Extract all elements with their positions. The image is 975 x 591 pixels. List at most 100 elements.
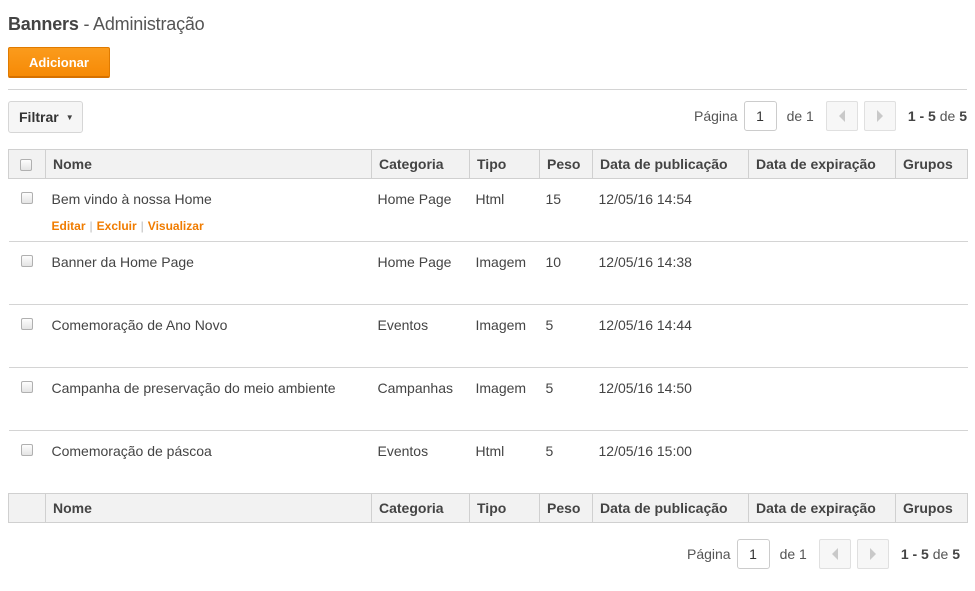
cell-expiracao	[748, 178, 896, 242]
table-footer-row: Nome Categoria Tipo Peso Data de publica…	[8, 493, 968, 523]
filter-dropdown-button[interactable]: Filtrar ▼	[8, 101, 83, 133]
page-of-label: de 1	[779, 546, 807, 562]
row-checkbox[interactable]	[20, 192, 33, 204]
prev-page-button[interactable]	[825, 101, 858, 131]
cell-categoria: Home Page	[371, 178, 470, 242]
caret-down-icon: ▼	[65, 112, 74, 122]
record-total: 5	[952, 546, 960, 562]
cell-tipo: Imagem	[469, 367, 540, 431]
row-select-cell	[8, 178, 46, 242]
footer-blank-cell	[8, 493, 46, 523]
column-header-expiracao[interactable]: Data de expiração	[748, 149, 896, 179]
record-range: 1 - 5	[907, 108, 936, 124]
banners-table: Nome Categoria Tipo Peso Data de publica…	[8, 149, 968, 494]
filter-label: Filtrar	[19, 109, 59, 125]
triangle-left-icon	[831, 548, 838, 560]
edit-link[interactable]: Editar	[52, 219, 86, 233]
table-row: Comemoração de páscoa Eventos Html 5 12/…	[8, 430, 968, 494]
cell-categoria: Eventos	[371, 430, 470, 494]
cell-publicacao: 12/05/16 14:50	[592, 367, 749, 431]
row-actions: Editar | Excluir | Visualizar	[52, 219, 372, 233]
banners-table-footer: Nome Categoria Tipo Peso Data de publica…	[8, 493, 968, 523]
page-number-input[interactable]	[743, 101, 777, 131]
cell-categoria: Home Page	[371, 241, 470, 305]
row-select-cell	[8, 367, 46, 431]
table-row: Campanha de preservação do meio ambiente…	[8, 367, 968, 431]
cell-publicacao: 12/05/16 14:54	[592, 178, 749, 242]
cell-grupos	[895, 304, 968, 368]
column-header-categoria[interactable]: Categoria	[371, 149, 470, 179]
record-of-label: de	[935, 108, 960, 124]
view-link[interactable]: Visualizar	[148, 219, 204, 233]
column-header-tipo[interactable]: Tipo	[469, 149, 540, 179]
cell-peso: 5	[539, 304, 593, 368]
cell-tipo: Imagem	[469, 304, 540, 368]
footer-header-grupos[interactable]: Grupos	[895, 493, 968, 523]
row-select-cell	[8, 430, 46, 494]
record-of-label: de	[928, 546, 953, 562]
footer-header-peso[interactable]: Peso	[539, 493, 593, 523]
cell-grupos	[895, 430, 968, 494]
footer-header-tipo[interactable]: Tipo	[469, 493, 540, 523]
cell-grupos	[895, 367, 968, 431]
cell-expiracao	[748, 367, 896, 431]
cell-expiracao	[748, 241, 896, 305]
page-label: Página	[686, 546, 731, 562]
cell-nome: Campanha de preservação do meio ambiente	[45, 367, 372, 431]
cell-peso: 10	[539, 241, 593, 305]
banner-name: Bem vindo à nossa Home	[51, 191, 212, 207]
cell-publicacao: 12/05/16 14:44	[592, 304, 749, 368]
cell-nome: Bem vindo à nossa Home Editar | Excluir | Vi…	[45, 178, 372, 242]
row-checkbox[interactable]	[20, 381, 33, 393]
cell-tipo: Html	[469, 178, 540, 242]
triangle-right-icon	[876, 110, 883, 122]
page-number-input[interactable]	[736, 539, 770, 569]
footer-header-expiracao[interactable]: Data de expiração	[748, 493, 896, 523]
table-row: Bem vindo à nossa Home Editar | Excluir | Vi…	[8, 178, 968, 242]
cell-tipo: Html	[469, 430, 540, 494]
next-page-button[interactable]	[863, 101, 896, 131]
triangle-right-icon	[869, 548, 876, 560]
row-checkbox[interactable]	[20, 255, 33, 267]
table-row: Comemoração de Ano Novo Eventos Imagem 5…	[8, 304, 968, 368]
column-header-grupos[interactable]: Grupos	[895, 149, 968, 179]
page-of-label: de 1	[786, 108, 814, 124]
cell-grupos	[895, 178, 968, 242]
page-title: Banners - Administração	[8, 14, 205, 35]
select-all-cell	[8, 149, 46, 179]
cell-publicacao: 12/05/16 14:38	[592, 241, 749, 305]
pagination-top: Página de 1 1 - 5 de 5	[694, 101, 967, 131]
cell-expiracao	[748, 304, 896, 368]
row-checkbox[interactable]	[20, 318, 33, 330]
record-total: 5	[959, 108, 967, 124]
page-label: Página	[693, 108, 738, 124]
header-divider	[8, 89, 967, 90]
table-row: Banner da Home Page Home Page Imagem 10 …	[8, 241, 968, 305]
prev-page-button[interactable]	[818, 539, 851, 569]
page-title-suffix: - Administração	[78, 14, 205, 34]
column-header-nome[interactable]: Nome	[45, 149, 372, 179]
cell-publicacao: 12/05/16 15:00	[592, 430, 749, 494]
cell-categoria: Campanhas	[371, 367, 470, 431]
cell-peso: 5	[539, 367, 593, 431]
row-select-cell	[8, 241, 46, 305]
record-range: 1 - 5	[900, 546, 929, 562]
select-all-checkbox[interactable]	[20, 158, 32, 171]
action-separator: |	[89, 219, 93, 233]
row-checkbox[interactable]	[20, 444, 33, 456]
next-page-button[interactable]	[856, 539, 889, 569]
table-header-row: Nome Categoria Tipo Peso Data de publica…	[8, 149, 968, 179]
action-separator: |	[140, 219, 144, 233]
footer-header-categoria[interactable]: Categoria	[371, 493, 470, 523]
footer-header-nome[interactable]: Nome	[45, 493, 372, 523]
column-header-publicacao[interactable]: Data de publicação	[592, 149, 749, 179]
column-header-peso[interactable]: Peso	[539, 149, 593, 179]
cell-expiracao	[748, 430, 896, 494]
cell-peso: 15	[539, 178, 593, 242]
add-banner-button[interactable]: Adicionar	[8, 47, 110, 78]
delete-link[interactable]: Excluir	[97, 219, 137, 233]
record-count: 1 - 5 de 5	[908, 108, 967, 124]
pagination-bottom: Página de 1 1 - 5 de 5	[687, 539, 960, 569]
cell-tipo: Imagem	[469, 241, 540, 305]
footer-header-publicacao[interactable]: Data de publicação	[592, 493, 749, 523]
